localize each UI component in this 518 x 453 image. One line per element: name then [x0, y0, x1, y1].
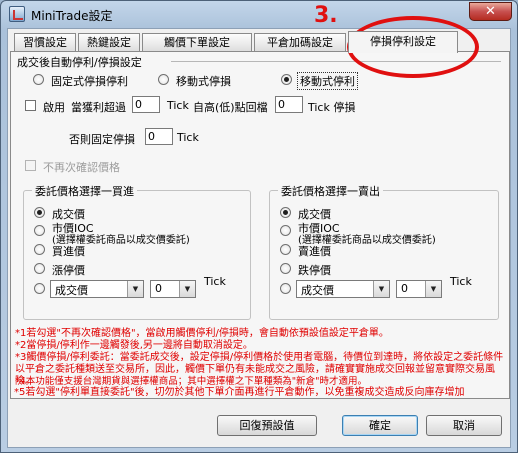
chevron-down-icon[interactable]: ▼ — [127, 281, 143, 297]
tab-strip: 習慣設定 熱鍵設定 觸價下單設定 平倉加碼設定 停損停利設定 — [8, 31, 508, 53]
app-icon — [9, 6, 25, 22]
buy-group-title: 委託價格選擇一買進 — [32, 183, 137, 199]
sell-ask-price-label[interactable]: 賣進價 — [298, 243, 331, 259]
mode-trailing-profit-label[interactable]: 移動式停利 — [297, 72, 358, 90]
auto-setting-section-title: 成交後自動停利/停損設定 — [17, 56, 142, 69]
stop-settings-panel: 成交後自動停利/停損設定 固定式停損停利 移動式停損 移動式停利 啟用 當獲利超… — [10, 51, 510, 399]
fixed-stop-tick-label: Tick — [177, 131, 199, 144]
mode-trailing-profit-radio[interactable] — [281, 74, 292, 85]
annotation-number: 3. — [314, 3, 338, 28]
tab-hotkey-settings[interactable]: 熱鍵設定 — [78, 33, 140, 52]
chevron-down-icon[interactable]: ▼ — [373, 281, 389, 297]
buy-market-ioc-radio[interactable] — [34, 225, 45, 236]
sell-tick-offset-select[interactable]: 0 ▼ — [396, 280, 442, 298]
note-1: *1若勾選"不再次確認價格"，當啟用觸價停利/停損時，會自動依預設值設定平倉單。 — [15, 328, 389, 339]
close-button[interactable]: ✕ — [469, 2, 512, 21]
sell-limit-down-radio[interactable] — [280, 263, 291, 274]
tab-stop-loss-profit-settings[interactable]: 停損停利設定 — [348, 31, 458, 53]
sell-group-title: 委託價格選擇一賣出 — [278, 183, 383, 199]
ok-button[interactable]: 確定 — [342, 415, 418, 436]
sell-ask-price-radio[interactable] — [280, 244, 291, 255]
buy-price-type-value: 成交價 — [55, 284, 88, 297]
buy-tick-offset-select[interactable]: 0 ▼ — [150, 280, 196, 298]
mode-trailing-stop-radio[interactable] — [158, 74, 169, 85]
enable-checkbox[interactable] — [25, 100, 36, 111]
dialog-body: 習慣設定 熱鍵設定 觸價下單設定 平倉加碼設定 停損停利設定 成交後自動停利/停… — [7, 28, 511, 448]
no-confirm-label[interactable]: 不再次確認價格 — [43, 159, 120, 175]
buy-custom-radio[interactable] — [34, 283, 45, 294]
sell-limit-down-label[interactable]: 跌停價 — [298, 262, 331, 278]
chevron-down-icon[interactable]: ▼ — [179, 281, 195, 297]
profit-tick-label: Tick — [167, 99, 189, 112]
cancel-button[interactable]: 取消 — [426, 415, 502, 436]
sell-price-type-value: 成交價 — [301, 284, 334, 297]
buy-last-price-radio[interactable] — [34, 207, 45, 218]
sell-market-ioc-radio[interactable] — [280, 225, 291, 236]
profit-exceeds-label: 當獲利超過 — [71, 101, 126, 114]
buy-limit-up-label[interactable]: 漲停價 — [52, 262, 85, 278]
sell-price-group: 委託價格選擇一賣出 成交價 市價IOC (選擇權委託商品以成交價委託) 賣進價 … — [269, 183, 499, 320]
sell-custom-radio[interactable] — [280, 283, 291, 294]
window-title: MiniTrade設定 — [31, 9, 113, 23]
buy-tick-offset-value: 0 — [155, 282, 162, 295]
buy-tick-label: Tick — [204, 275, 226, 288]
tab-habit-settings[interactable]: 習慣設定 — [14, 33, 76, 52]
settings-window: MiniTrade設定 ✕ 習慣設定 熱鍵設定 觸價下單設定 平倉加碼設定 停損… — [0, 0, 518, 453]
mode-fixed-label[interactable]: 固定式停損停利 — [51, 73, 128, 89]
tab-close-add-settings[interactable]: 平倉加碼設定 — [254, 33, 346, 52]
retrace-label: 自高(低)點回檔 — [193, 101, 268, 114]
sell-price-type-select[interactable]: 成交價 ▼ — [296, 280, 390, 298]
fixed-stop-input[interactable]: 0 — [145, 128, 173, 145]
sell-last-price-radio[interactable] — [280, 207, 291, 218]
buy-bid-price-label[interactable]: 買進價 — [52, 243, 85, 259]
mode-fixed-radio[interactable] — [33, 74, 44, 85]
else-fixed-stop-label: 否則固定停損 — [69, 133, 135, 146]
sell-tick-offset-value: 0 — [401, 282, 408, 295]
restore-defaults-button[interactable]: 回復預設值 — [217, 415, 317, 436]
enable-label[interactable]: 啟用 — [43, 99, 65, 115]
buy-price-group: 委託價格選擇一買進 成交價 市價IOC (選擇權委託商品以成交價委託) 買進價 … — [23, 183, 251, 320]
no-confirm-checkbox[interactable] — [25, 160, 36, 171]
mode-trailing-stop-label[interactable]: 移動式停損 — [176, 73, 231, 89]
retrace-input[interactable]: 0 — [275, 96, 303, 113]
close-icon: ✕ — [485, 4, 496, 19]
chevron-down-icon[interactable]: ▼ — [425, 281, 441, 297]
buy-limit-up-radio[interactable] — [34, 263, 45, 274]
buy-price-type-select[interactable]: 成交價 ▼ — [50, 280, 144, 298]
buy-bid-price-radio[interactable] — [34, 244, 45, 255]
sell-tick-label: Tick — [450, 275, 472, 288]
note-5: *5若勾選"停利單直接委託"後，切勿於其他下單介面再進行平倉動作，以免重複成交造… — [14, 387, 465, 398]
note-2: *2當停損/停利作一邊觸發後,另一邊將自動取消設定。 — [15, 340, 253, 351]
retrace-tick-stop-label: Tick 停損 — [308, 101, 356, 114]
profit-threshold-input[interactable]: 0 — [132, 96, 160, 113]
tab-trigger-order-settings[interactable]: 觸價下單設定 — [142, 33, 252, 52]
